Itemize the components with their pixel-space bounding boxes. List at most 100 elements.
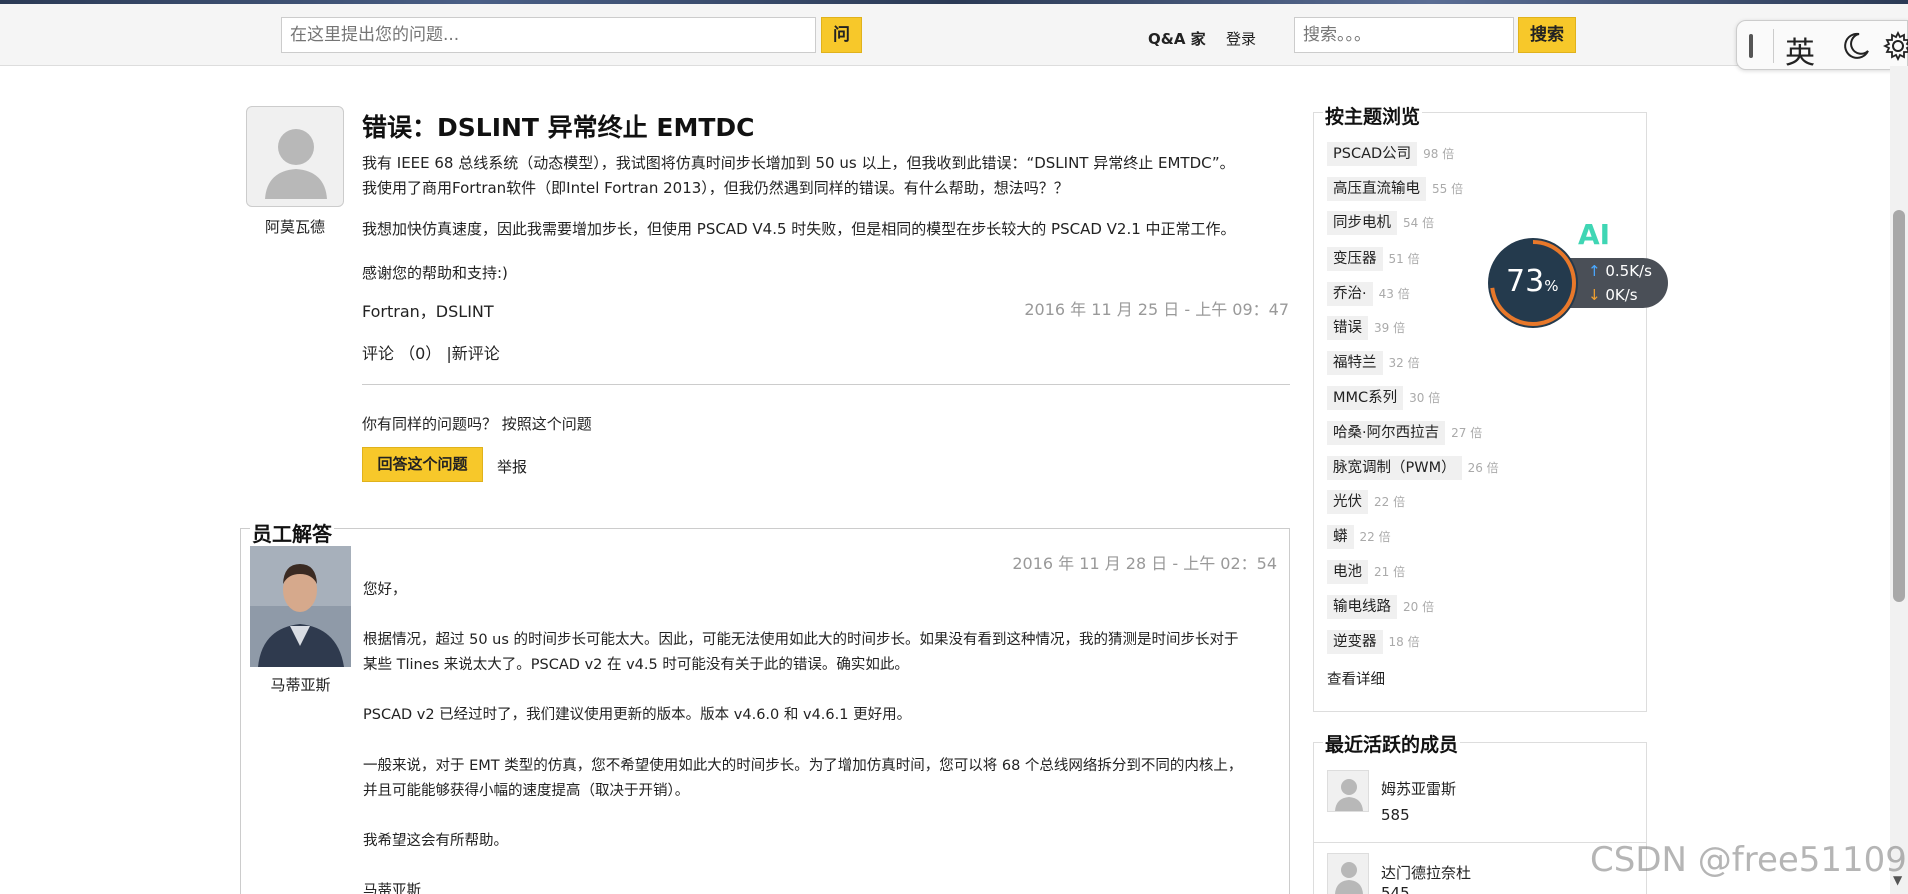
topic-tag[interactable]: 电池 bbox=[1327, 560, 1368, 584]
topic-count: 51 倍 bbox=[1388, 252, 1420, 266]
answer-p3-line2: 并且可能能够获得小幅的速度提高（取决于开销）。 bbox=[363, 783, 690, 799]
upload-speed-value: 0.5K/s bbox=[1605, 262, 1652, 280]
topic-count: 30 倍 bbox=[1409, 391, 1441, 405]
active-members-title: 最近活跃的成员 bbox=[1323, 730, 1461, 757]
topic-item[interactable]: PSCAD公司 98 倍 bbox=[1327, 141, 1455, 166]
download-speed-value: 0K/s bbox=[1605, 286, 1638, 304]
topic-count: 26 倍 bbox=[1467, 461, 1499, 475]
topic-item[interactable]: 同步电机 54 倍 bbox=[1327, 210, 1434, 235]
member-name[interactable]: 达门德拉奈杜 bbox=[1381, 862, 1471, 883]
topic-item[interactable]: 输电线路 20 倍 bbox=[1327, 594, 1434, 619]
topic-count: 43 倍 bbox=[1378, 287, 1410, 301]
topic-count: 32 倍 bbox=[1388, 356, 1420, 370]
topic-item[interactable]: 光伏 22 倍 bbox=[1327, 489, 1406, 514]
topic-item[interactable]: 哈桑·阿尔西拉吉 27 倍 bbox=[1327, 420, 1483, 445]
answer-p3-line1: 一般来说，对于 EMT 类型的仿真，您不希望使用如此大的时间步长。为了增加仿真时… bbox=[363, 758, 1243, 774]
member-name[interactable]: 姆苏亚雷斯 bbox=[1381, 778, 1456, 799]
topic-count: 22 倍 bbox=[1374, 495, 1406, 509]
login-link[interactable]: 登录 bbox=[1226, 28, 1256, 49]
follow-question-link[interactable]: 按照这个问题 bbox=[502, 415, 592, 433]
usage-percent-value: 73 bbox=[1506, 264, 1545, 299]
staff-answer-title: 员工解答 bbox=[250, 518, 334, 547]
answer-greeting: 您好， bbox=[363, 582, 407, 598]
topic-tag[interactable]: 福特兰 bbox=[1327, 351, 1383, 375]
search-button[interactable]: 搜索 bbox=[1518, 17, 1576, 53]
network-speed-widget[interactable]: 73% ↑ 0.5K/s ↓ 0K/s AI bbox=[1488, 218, 1674, 332]
answer-p4: 我希望这会有所帮助。 bbox=[363, 833, 508, 849]
ask-question-input[interactable] bbox=[281, 17, 816, 53]
answer-p1-line2: 某些 Tlines 来说太大了。PSCAD v2 在 v4.5 时可能没有关于此… bbox=[363, 657, 909, 673]
search-input[interactable] bbox=[1294, 17, 1514, 53]
question-para2: 我想加快仿真速度，因此我需要增加步长，但使用 PSCAD V4.5 时失败，但是… bbox=[362, 220, 1236, 238]
ai-badge: AI bbox=[1578, 218, 1611, 251]
topic-tag[interactable]: 脉宽调制（PWM） bbox=[1327, 456, 1462, 480]
view-more-topics-link[interactable]: 查看详细 bbox=[1327, 668, 1385, 689]
user-placeholder-icon bbox=[1335, 862, 1363, 894]
asker-name[interactable]: 阿莫瓦德 bbox=[246, 216, 344, 237]
topic-item[interactable]: 乔治· 43 倍 bbox=[1327, 281, 1410, 306]
topic-tag[interactable]: 逆变器 bbox=[1327, 630, 1383, 654]
ask-button[interactable]: 问 bbox=[821, 17, 862, 53]
topic-item[interactable]: 高压直流输电 55 倍 bbox=[1327, 176, 1464, 201]
usage-percent-unit: % bbox=[1544, 277, 1559, 295]
topic-item[interactable]: MMC系列 30 倍 bbox=[1327, 385, 1441, 410]
topic-count: 98 倍 bbox=[1423, 147, 1455, 161]
drag-handle-icon[interactable] bbox=[1749, 34, 1753, 58]
staff-avatar[interactable] bbox=[250, 546, 351, 667]
topic-count: 39 倍 bbox=[1374, 321, 1406, 335]
question-para1-line1: 我有 IEEE 68 总线系统（动态模型），我试图将仿真时间步长增加到 50 u… bbox=[362, 154, 1235, 172]
scrollbar-thumb[interactable] bbox=[1893, 210, 1905, 602]
topic-tag[interactable]: 乔治· bbox=[1327, 282, 1373, 306]
topic-count: 21 倍 bbox=[1374, 565, 1406, 579]
staff-name[interactable]: 马蒂亚斯 bbox=[250, 674, 351, 695]
header-bar: 问 Q&A 家 登录 搜索 bbox=[0, 4, 1908, 66]
topic-tag[interactable]: 错误 bbox=[1327, 316, 1368, 340]
question-date: 2016 年 11 月 25 日 - 上午 09：47 bbox=[1024, 300, 1289, 319]
gear-icon[interactable] bbox=[1883, 31, 1908, 61]
toolbar-divider bbox=[1773, 29, 1774, 63]
topic-tag[interactable]: 输电线路 bbox=[1327, 595, 1397, 619]
staff-photo-image bbox=[250, 546, 351, 667]
topic-item[interactable]: 电池 21 倍 bbox=[1327, 559, 1406, 584]
same-question-prompt: 你有同样的问题吗？ 按照这个问题 bbox=[362, 413, 592, 434]
report-link[interactable]: 举报 bbox=[497, 456, 527, 477]
topic-item[interactable]: 福特兰 32 倍 bbox=[1327, 350, 1420, 375]
answer-p1-line1: 根据情况，超过 50 us 的时间步长可能太大。因此，可能无法使用如此大的时间步… bbox=[363, 632, 1239, 648]
topics-title: 按主题浏览 bbox=[1323, 102, 1423, 129]
topic-tag[interactable]: 蟒 bbox=[1327, 525, 1354, 549]
topic-tag[interactable]: PSCAD公司 bbox=[1327, 142, 1418, 166]
user-placeholder-icon bbox=[1335, 779, 1363, 811]
topic-tag[interactable]: 变压器 bbox=[1327, 247, 1383, 271]
answer-signature: 马蒂亚斯 bbox=[363, 883, 421, 894]
topic-count: 18 倍 bbox=[1388, 635, 1420, 649]
question-title: 错误：DSLINT 异常终止 EMTDC bbox=[362, 113, 755, 142]
topic-count: 27 倍 bbox=[1451, 426, 1483, 440]
topic-count: 22 倍 bbox=[1359, 530, 1391, 544]
topic-tag[interactable]: 光伏 bbox=[1327, 490, 1368, 514]
topic-tag[interactable]: 高压直流输电 bbox=[1327, 177, 1426, 201]
topic-tag[interactable]: 哈桑·阿尔西拉吉 bbox=[1327, 421, 1446, 445]
download-arrow-icon: ↓ bbox=[1588, 286, 1601, 304]
answer-question-button[interactable]: 回答这个问题 bbox=[362, 447, 483, 482]
topic-count: 55 倍 bbox=[1432, 182, 1464, 196]
member-score: 585 bbox=[1381, 806, 1410, 824]
divider bbox=[362, 384, 1290, 385]
topic-item[interactable]: 错误 39 倍 bbox=[1327, 315, 1406, 340]
dark-mode-icon[interactable] bbox=[1841, 31, 1871, 61]
member-avatar[interactable] bbox=[1327, 770, 1369, 812]
answer-p2: PSCAD v2 已经过时了，我们建议使用更新的版本。版本 v4.6.0 和 v… bbox=[363, 707, 912, 723]
language-toggle[interactable]: 英 bbox=[1785, 28, 1815, 72]
upload-arrow-icon: ↑ bbox=[1588, 262, 1601, 280]
topic-item[interactable]: 变压器 51 倍 bbox=[1327, 246, 1420, 271]
topic-tag[interactable]: MMC系列 bbox=[1327, 386, 1404, 410]
comments-link[interactable]: 评论 （0） |新评论 bbox=[362, 340, 500, 364]
qa-home-link[interactable]: Q&A 家 bbox=[1148, 28, 1206, 49]
topic-item[interactable]: 逆变器 18 倍 bbox=[1327, 629, 1420, 654]
topic-item[interactable]: 蟒 22 倍 bbox=[1327, 524, 1391, 549]
question-tags[interactable]: Fortran，DSLINT bbox=[362, 298, 494, 322]
topic-tag[interactable]: 同步电机 bbox=[1327, 211, 1397, 235]
member-avatar[interactable] bbox=[1327, 853, 1369, 894]
topic-item[interactable]: 脉宽调制（PWM） 26 倍 bbox=[1327, 455, 1499, 480]
asker-avatar[interactable] bbox=[246, 106, 344, 207]
usage-percent: 73% bbox=[1506, 264, 1558, 299]
